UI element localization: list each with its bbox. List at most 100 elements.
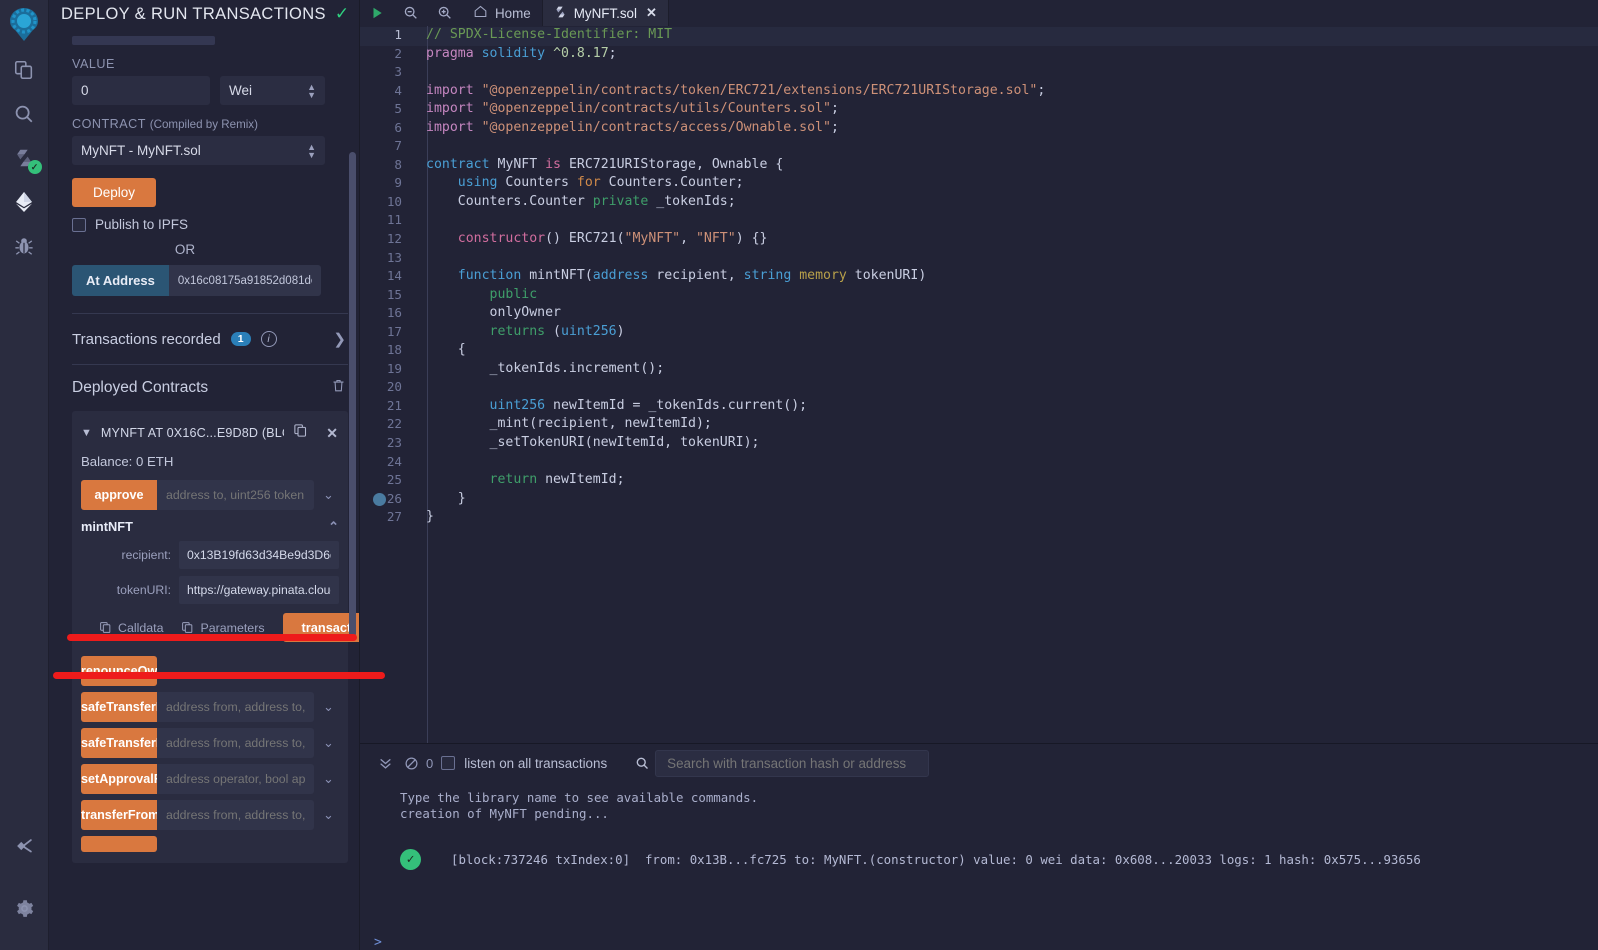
trash-icon[interactable] <box>331 378 346 398</box>
code-line[interactable]: 3 <box>360 63 1598 82</box>
code-line[interactable]: 25 return newItemId; <box>360 471 1598 490</box>
code-line[interactable]: 14 function mintNFT(address recipient, s… <box>360 267 1598 286</box>
contract-card-header[interactable]: ▼ MYNFT AT 0X16C...E9D8D (BLOCK ✕ <box>72 417 348 449</box>
zoom-in-icon[interactable] <box>428 0 462 26</box>
at-address-button[interactable]: At Address <box>72 265 169 296</box>
function-button-renounceownership[interactable]: renounceOwn <box>81 656 157 686</box>
code-line[interactable]: 21 uint256 newItemId = _tokenIds.current… <box>360 397 1598 416</box>
debugger-icon[interactable] <box>0 224 49 268</box>
transaction-log-row[interactable]: ✓ [block:737246 txIndex:0] from: 0x13B..… <box>360 849 1598 870</box>
at-address-input[interactable] <box>168 265 321 296</box>
function-button-partial[interactable] <box>81 836 157 852</box>
code-line[interactable]: 10 Counters.Counter private _tokenIds; <box>360 193 1598 212</box>
code-content[interactable]: 1 // SPDX-License-Identifier: MIT 2 pragma … <box>360 26 1598 527</box>
function-button-approve[interactable]: approve <box>81 480 157 510</box>
code-line[interactable]: 23 _setTokenURI(newItemId, tokenURI); <box>360 434 1598 453</box>
chevron-down-icon[interactable]: ⌄ <box>323 487 334 503</box>
tab-home[interactable]: Home <box>462 0 543 26</box>
function-args-transferfrom[interactable] <box>157 800 314 830</box>
publish-ipfs-checkbox[interactable] <box>72 217 86 232</box>
chevron-down-icon[interactable]: ⌄ <box>323 699 334 715</box>
code-line[interactable]: 6 import "@openzeppelin/contracts/access/… <box>360 119 1598 138</box>
code-line[interactable]: 11 <box>360 211 1598 230</box>
chevron-down-icon[interactable]: ▼ <box>81 427 92 439</box>
code-line[interactable]: 2 pragma solidity ^0.8.17; <box>360 45 1598 64</box>
code-line[interactable]: 19 _tokenIds.increment(); <box>360 360 1598 379</box>
breakpoint-indicator[interactable] <box>373 492 386 506</box>
function-button-setapprovalforall[interactable]: setApprovalFo <box>81 764 157 794</box>
main-area: Home MyNFT.sol ✕ 1 // SPDX-License-Identi… <box>360 0 1598 950</box>
file-explorer-icon[interactable] <box>0 48 49 92</box>
contract-select[interactable]: MyNFT - MyNFT.sol ▲ ▼ <box>72 136 325 165</box>
no-entry-icon[interactable] <box>398 756 424 771</box>
transactions-recorded-row[interactable]: Transactions recorded 1 i ❯ <box>72 314 348 364</box>
line-number: 25 <box>386 472 402 488</box>
plugin-manager-icon[interactable] <box>0 824 49 868</box>
function-args-safetransferfrom-2[interactable] <box>157 728 314 758</box>
function-args-setapprovalforall[interactable] <box>157 764 314 794</box>
code-line-text: uint256 newItemId = _tokenIds.current(); <box>489 397 808 413</box>
value-input[interactable] <box>72 76 210 105</box>
close-icon[interactable]: ✕ <box>326 425 338 442</box>
code-line[interactable]: 5 import "@openzeppelin/contracts/utils/C… <box>360 100 1598 119</box>
zoom-out-icon[interactable] <box>394 0 428 26</box>
solidity-compiler-icon[interactable]: ✓ <box>0 136 49 180</box>
chevron-down-icon[interactable]: ⌄ <box>323 771 334 787</box>
code-line-text: public <box>489 286 538 302</box>
sidebar-item-deploy-run[interactable] <box>0 180 49 224</box>
code-line[interactable]: 17 returns (uint256) <box>360 323 1598 342</box>
terminal-log: Type the library name to see available c… <box>360 782 1598 929</box>
chevron-down-icon[interactable]: ⌄ <box>323 807 334 823</box>
code-line-text: import "@openzeppelin/contracts/utils/Co… <box>426 101 839 117</box>
code-line[interactable]: 1 // SPDX-License-Identifier: MIT <box>360 26 1598 45</box>
param-input-tokenuri[interactable] <box>179 576 339 604</box>
code-line[interactable]: 27} <box>360 508 1598 527</box>
tab-mynft-sol[interactable]: MyNFT.sol ✕ <box>542 0 669 26</box>
code-line[interactable]: 4 import "@openzeppelin/contracts/token/E… <box>360 82 1598 101</box>
code-line-text: pragma solidity ^0.8.17; <box>426 45 617 61</box>
code-line[interactable]: 13 <box>360 249 1598 268</box>
run-icon[interactable] <box>360 0 394 26</box>
calldata-link[interactable]: Calldata <box>99 621 163 635</box>
copy-icon[interactable] <box>293 423 308 443</box>
search-icon[interactable] <box>0 92 49 136</box>
parameters-link[interactable]: Parameters <box>181 621 265 635</box>
chevron-up-icon[interactable]: ⌃ <box>328 519 339 535</box>
chevrons-down-icon[interactable] <box>372 756 398 771</box>
code-line[interactable]: 20 <box>360 378 1598 397</box>
code-line[interactable]: 16 onlyOwner <box>360 304 1598 323</box>
transaction-search-input[interactable] <box>655 749 930 777</box>
listen-all-transactions-checkbox[interactable] <box>441 756 456 770</box>
code-line[interactable]: 26 } <box>360 490 1598 509</box>
function-button-safetransferfrom-1[interactable]: safeTransferFr <box>81 692 157 722</box>
settings-icon[interactable] <box>0 886 49 930</box>
code-editor[interactable]: 1 // SPDX-License-Identifier: MIT 2 pragma … <box>360 26 1598 743</box>
info-icon[interactable]: i <box>260 331 277 347</box>
function-args-safetransferfrom-1[interactable] <box>157 692 314 722</box>
publish-ipfs-row[interactable]: Publish to IPFS <box>72 217 348 232</box>
code-line[interactable]: 24 <box>360 453 1598 472</box>
code-line[interactable]: 9 using Counters for Counters.Counter; <box>360 174 1598 193</box>
close-icon[interactable]: ✕ <box>646 5 657 21</box>
search-icon[interactable] <box>629 756 655 771</box>
code-line[interactable]: 15 public <box>360 286 1598 305</box>
function-row-approve: approve ⌄ <box>72 477 348 513</box>
chevron-right-icon[interactable]: ❯ <box>333 330 346 348</box>
code-line[interactable]: 18 { <box>360 341 1598 360</box>
function-button-safetransferfrom-2[interactable]: safeTransferFr <box>81 728 157 758</box>
terminal-prompt[interactable]: > <box>360 929 1598 950</box>
function-args-approve[interactable] <box>157 480 314 510</box>
line-number: 26 <box>386 490 402 506</box>
param-input-recipient[interactable] <box>179 541 339 569</box>
value-unit-select[interactable]: Wei ▲ ▼ <box>220 76 325 105</box>
code-line[interactable]: 12 constructor() ERC721("MyNFT", "NFT") … <box>360 230 1598 249</box>
function-button-transferfrom[interactable]: transferFrom <box>81 800 157 830</box>
code-line[interactable]: 7 <box>360 137 1598 156</box>
panel-scrollbar[interactable] <box>349 152 356 637</box>
deploy-button[interactable]: Deploy <box>72 178 157 207</box>
or-separator: OR <box>174 242 196 257</box>
code-line[interactable]: 22 _mint(recipient, newItemId); <box>360 415 1598 434</box>
chevron-down-icon[interactable]: ⌄ <box>323 735 334 751</box>
code-line[interactable]: 8 contract MyNFT is ERC721URIStorage, Own… <box>360 156 1598 175</box>
